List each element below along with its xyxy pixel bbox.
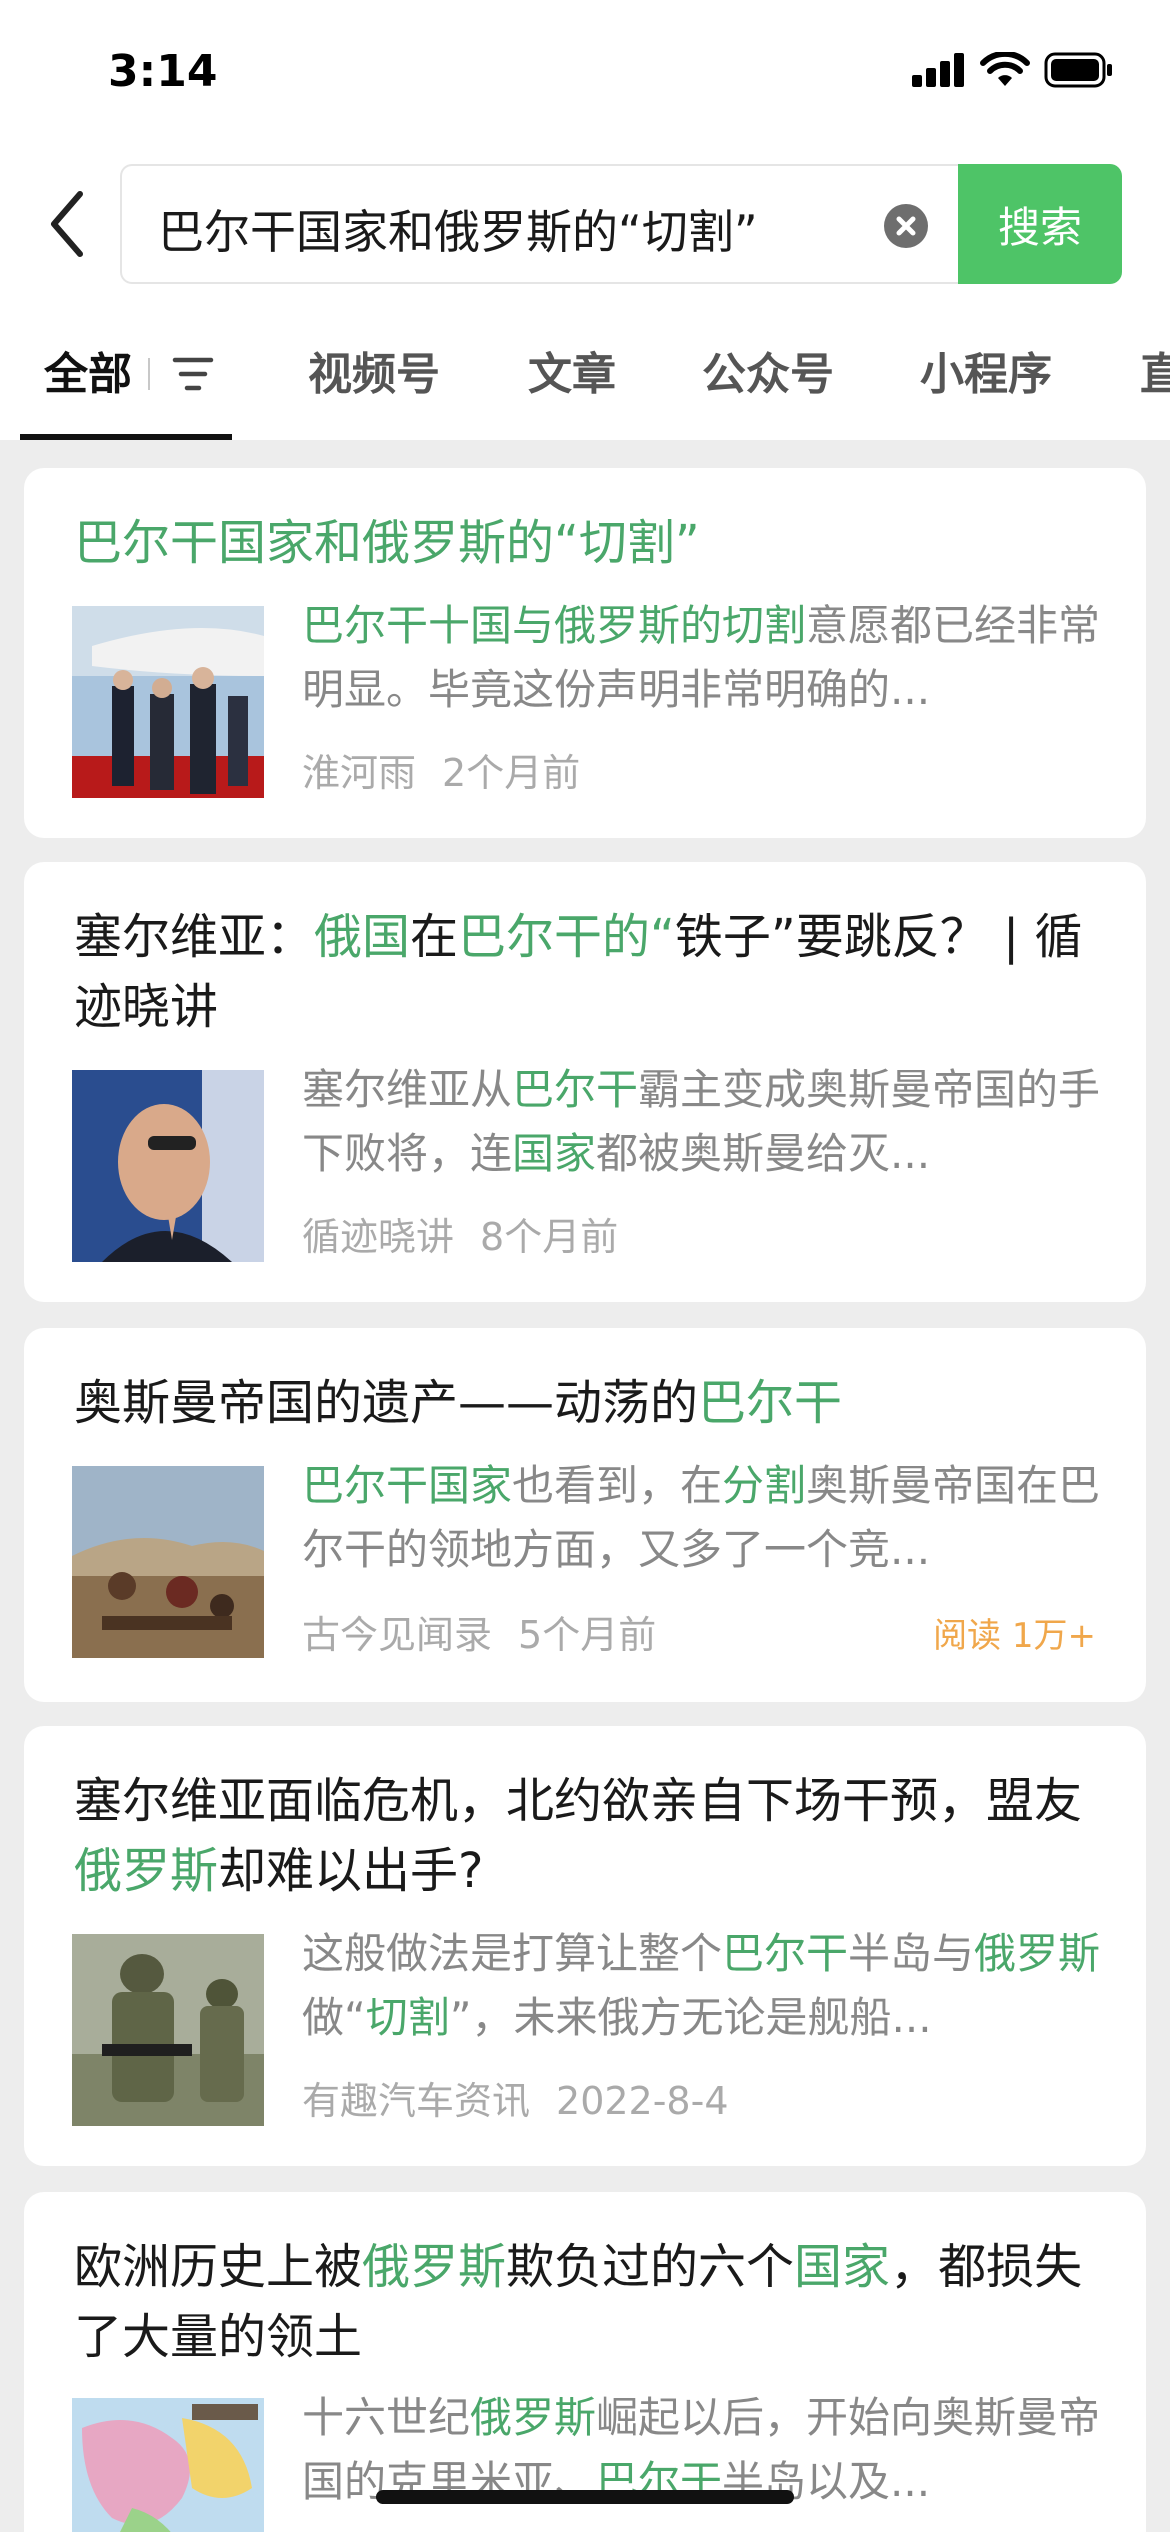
result-title: 欧洲历史上被俄罗斯欺负过的六个国家，都损失了大量的领土: [74, 2239, 1083, 2365]
result-source: 淮河雨: [302, 751, 417, 795]
result-source: 古今见闻录: [302, 1613, 493, 1657]
read-count: 阅读 1万+: [933, 1616, 1096, 1656]
result-thumbnail: [72, 1466, 264, 1658]
tab-video[interactable]: 视频号: [308, 338, 440, 402]
signal-icon: [912, 53, 964, 87]
result-time: 8个月前: [480, 1215, 619, 1259]
result-time: 2个月前: [442, 751, 581, 795]
result-meta: 循迹晓讲 8个月前: [302, 1206, 618, 1261]
result-card-1[interactable]: 巴尔干国家和俄罗斯的“切割” 巴尔干十国与俄罗斯的切割意愿都已经非常明显。毕竟这…: [24, 468, 1146, 838]
result-card-4[interactable]: 塞尔维亚面临危机，北约欲亲自下场干预，盟友俄罗斯却难以出手? 这般做法是打算让整…: [24, 1726, 1146, 2166]
tab-all[interactable]: 全部: [44, 338, 132, 402]
result-card-5[interactable]: 欧洲历史上被俄罗斯欺负过的六个国家，都损失了大量的领土 十六世纪俄罗斯崛起以后，…: [24, 2192, 1146, 2532]
result-title: 塞尔维亚面临危机，北约欲亲自下场干预，盟友俄罗斯却难以出手?: [74, 1773, 1083, 1899]
result-thumbnail: [72, 1934, 264, 2126]
result-title: 塞尔维亚：俄国在巴尔干的“铁子”要跳反？ | 循迹晓讲: [74, 909, 1083, 1035]
status-time: 3:14: [108, 46, 218, 97]
result-thumbnail: [72, 1070, 264, 1262]
search-bar: 巴尔干国家和俄罗斯的“切割” 搜索: [0, 164, 1170, 284]
filter-icon[interactable]: [172, 354, 214, 394]
result-meta: 古今见闻录 5个月前: [302, 1604, 656, 1659]
tab-official-accounts[interactable]: 公众号: [702, 338, 834, 402]
active-tab-indicator: [20, 434, 232, 440]
back-icon[interactable]: [46, 188, 90, 260]
status-icons: [912, 52, 1114, 88]
result-card-3[interactable]: 奥斯曼帝国的遗产——动荡的巴尔干 巴尔干国家也看到，在分割奥斯曼帝国在巴尔干的领…: [24, 1328, 1146, 1702]
result-snippet: 巴尔干十国与俄罗斯的切割意愿都已经非常明显。毕竟这份声明非常明确的...: [302, 601, 1101, 714]
result-meta: 有趣汽车资讯 2022-8-4: [302, 2070, 729, 2125]
result-source: 有趣汽车资讯: [302, 2079, 531, 2123]
battery-icon: [1044, 52, 1112, 88]
tab-divider: [148, 358, 150, 390]
result-snippet: 这般做法是打算让整个巴尔干半岛与俄罗斯做“切割”，未来俄方无论是舰船...: [302, 1929, 1101, 2042]
tab-more[interactable]: 直: [1140, 338, 1170, 402]
result-snippet: 塞尔维亚从巴尔干霸主变成奥斯曼帝国的手下败将，连国家都被奥斯曼给灭...: [302, 1065, 1101, 1178]
tab-mini-programs[interactable]: 小程序: [920, 338, 1052, 402]
search-box[interactable]: 巴尔干国家和俄罗斯的“切割”: [120, 164, 962, 284]
tab-articles[interactable]: 文章: [528, 338, 616, 402]
tab-bar: 全部 视频号 文章 公众号 小程序 直: [0, 330, 1170, 440]
result-thumbnail: [72, 606, 264, 798]
wifi-icon: [980, 52, 1030, 86]
result-title: 巴尔干国家和俄罗斯的“切割”: [74, 515, 700, 571]
clear-icon[interactable]: [884, 204, 928, 248]
result-thumbnail: [72, 2398, 264, 2532]
home-indicator[interactable]: [376, 2490, 794, 2504]
result-time: 2022-8-4: [556, 2079, 729, 2123]
result-snippet: 巴尔干国家也看到，在分割奥斯曼帝国在巴尔干的领地方面，又多了一个竞...: [302, 1461, 1101, 1574]
result-card-2[interactable]: 塞尔维亚：俄国在巴尔干的“铁子”要跳反？ | 循迹晓讲 塞尔维亚从巴尔干霸主变成…: [24, 862, 1146, 1302]
result-meta: 淮河雨 2个月前: [302, 742, 580, 797]
result-source: 循迹晓讲: [302, 1215, 455, 1259]
header: 3:14 巴尔干国家和俄罗斯的“切割” 搜索 全部 视频号 文章 公众号 小程序…: [0, 0, 1170, 440]
result-title: 奥斯曼帝国的遗产——动荡的巴尔干: [74, 1375, 843, 1431]
search-button[interactable]: 搜索: [958, 164, 1122, 284]
search-input[interactable]: 巴尔干国家和俄罗斯的“切割”: [158, 196, 858, 256]
result-time: 5个月前: [518, 1613, 657, 1657]
